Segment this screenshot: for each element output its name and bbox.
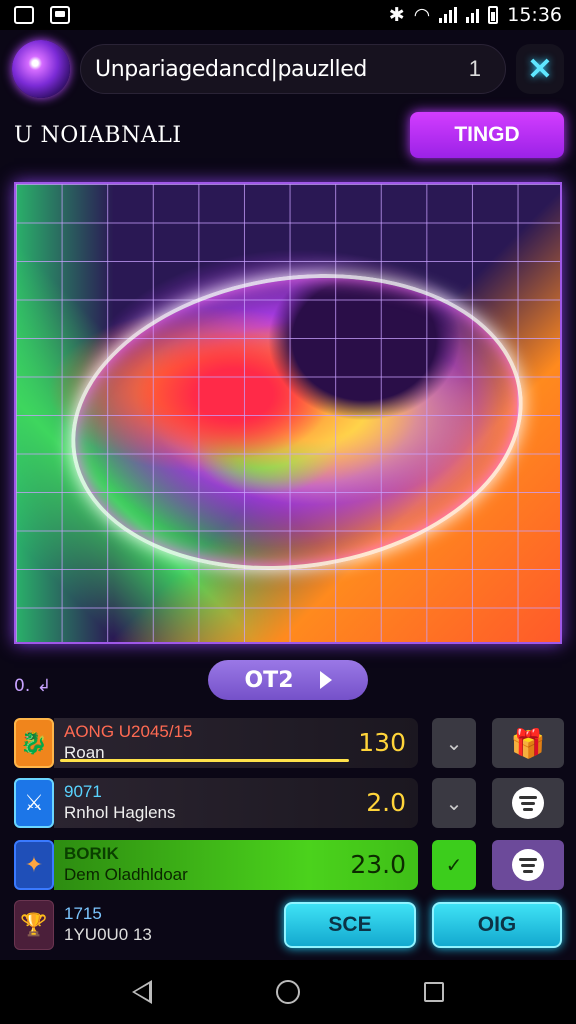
wifi-icon: ◠ xyxy=(413,4,431,26)
level-label: U NOIABNALI xyxy=(14,122,182,148)
progress-bar xyxy=(60,759,349,762)
menu-button[interactable] xyxy=(492,840,564,890)
title-pill: Unpariagedancd|pauzlled 1 xyxy=(80,44,506,94)
top-bar: Unpariagedancd|pauzlled 1 ✕ xyxy=(12,40,564,98)
item-panel: AONG U2045/15 Roan 130 xyxy=(54,718,418,768)
tinged-button[interactable]: TINGD xyxy=(410,112,564,158)
battery-icon xyxy=(488,6,499,24)
subheader: U NOIABNALI TINGD xyxy=(14,112,564,158)
close-icon: ✕ xyxy=(527,52,553,86)
item-subtitle: Rnhol Haglens xyxy=(64,803,176,822)
close-button[interactable]: ✕ xyxy=(516,44,564,94)
list-item[interactable]: ⚔ 9071 Rnhol Haglens 2.0 ⌄ xyxy=(14,778,566,828)
next-button-label: OT2 xyxy=(244,667,294,693)
oig-button[interactable]: OIG xyxy=(432,902,562,948)
sce-button[interactable]: SCE xyxy=(284,902,416,948)
recent-apps-icon[interactable] xyxy=(424,982,444,1002)
notification-app-icon xyxy=(50,6,70,24)
bluetooth-icon: ✱ xyxy=(388,4,405,26)
chevron-down-icon: ⌄ xyxy=(445,732,463,755)
back-icon[interactable] xyxy=(132,980,152,1004)
system-nav-bar xyxy=(0,960,576,1024)
chevron-down-icon: ⌄ xyxy=(445,792,463,815)
item-title: 9071 xyxy=(64,782,102,801)
notification-image-icon xyxy=(14,6,34,24)
dragon-icon: 🐉 xyxy=(14,718,54,768)
signal-secondary-icon xyxy=(466,7,480,23)
warrior-icon: ⚔ xyxy=(14,778,54,828)
menu-icon xyxy=(512,787,544,819)
item-title: AONG U2045/15 xyxy=(64,722,193,741)
item-value: 23.0 xyxy=(350,850,406,879)
check-icon: ✓ xyxy=(445,854,463,877)
menu-button[interactable] xyxy=(492,778,564,828)
puzzle-board[interactable] xyxy=(14,182,562,644)
play-arrow-icon xyxy=(319,671,332,689)
gift-icon: 🎁 xyxy=(510,727,546,759)
signal-icon xyxy=(439,7,458,23)
item-value: 130 xyxy=(358,728,406,757)
item-panel: 9071 Rnhol Haglens 2.0 xyxy=(54,778,418,828)
status-bar: ✱ ◠ 15:36 xyxy=(0,0,576,30)
home-icon[interactable] xyxy=(276,980,300,1004)
expand-button[interactable]: ⌄ xyxy=(432,778,476,828)
puzzle-title: Unpariagedancd|pauzlled xyxy=(95,56,367,82)
pager: 0. ↲ OT2 xyxy=(14,660,566,700)
item-value: 2.0 xyxy=(366,788,406,817)
star-icon: ✦ xyxy=(14,840,54,890)
next-button[interactable]: OT2 xyxy=(208,660,368,700)
trophy-icon: 🏆 xyxy=(14,900,54,950)
gift-button[interactable]: 🎁 xyxy=(492,718,564,768)
list-item[interactable]: ✦ BORIK Dem Oladhldoar 23.0 ✓ xyxy=(14,840,566,890)
check-button[interactable]: ✓ xyxy=(432,840,476,890)
item-panel: BORIK Dem Oladhldoar 23.0 xyxy=(54,840,418,890)
expand-button[interactable]: ⌄ xyxy=(432,718,476,768)
pager-label: 0. ↲ xyxy=(14,676,52,696)
status-time: 15:36 xyxy=(507,4,562,26)
list-item[interactable]: 🐉 AONG U2045/15 Roan 130 ⌄ 🎁 xyxy=(14,718,566,768)
game-logo[interactable] xyxy=(12,40,70,98)
menu-icon xyxy=(512,849,544,881)
title-count: 1 xyxy=(468,56,481,81)
